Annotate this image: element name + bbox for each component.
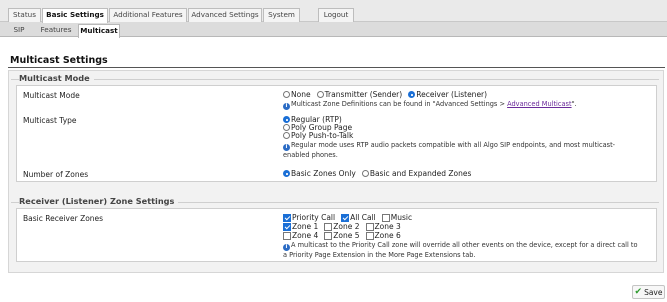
checkbox-priority-call-label: Priority Call	[292, 213, 336, 222]
zones-row-3: Zone 4 Zone 5 Zone 6	[283, 231, 401, 240]
radio-receiver-label: Receiver (Listener)	[416, 90, 488, 99]
receiver-zones-note-line2: a Priority Page Extension in the More Pa…	[283, 251, 476, 259]
multicast-mode-note-text: Multicast Zone Definitions can be found …	[291, 100, 508, 108]
info-icon: i	[283, 103, 290, 110]
tab-additional-features[interactable]: Additional Features	[109, 8, 187, 22]
number-of-zones-label: Number of Zones	[23, 170, 89, 179]
tab-advanced-settings[interactable]: Advanced Settings	[188, 8, 262, 22]
info-icon: i	[283, 144, 290, 151]
advanced-multicast-link[interactable]: Advanced Multicast	[507, 100, 571, 108]
checkbox-music-label: Music	[390, 213, 413, 222]
checkbox-all-call-label: All Call	[350, 213, 376, 222]
info-icon: i	[283, 244, 290, 251]
multicast-type-note-line2: enabled phones.	[283, 151, 338, 159]
page-title: Multicast Settings	[10, 55, 108, 66]
tab-basic-settings[interactable]: Basic Settings	[42, 8, 108, 23]
checkbox-zone-3-label: Zone 3	[374, 222, 401, 231]
multicast-type-label: Multicast Type	[23, 116, 77, 125]
subtab-multicast[interactable]: Multicast	[78, 24, 120, 38]
section-legend-receiver-zones: Receiver (Listener) Zone Settings	[19, 196, 179, 206]
radio-poly-group-page[interactable]	[283, 124, 290, 131]
title-divider	[8, 67, 665, 68]
checkbox-zone-2[interactable]	[324, 222, 333, 231]
multicast-type-note-line1: Regular mode uses RTP audio packets comp…	[291, 141, 616, 149]
section-divider	[11, 79, 659, 80]
checkbox-zone-3[interactable]	[365, 222, 374, 231]
multicast-type-note: i Regular mode uses RTP audio packets com…	[283, 141, 615, 160]
radio-basic-zones-only-label: Basic Zones Only	[291, 169, 356, 178]
subtab-features[interactable]: Features	[38, 24, 74, 37]
checkbox-zone-4-label: Zone 4	[292, 231, 319, 240]
radio-poly-ptt-label: Poly Push-to-Talk	[291, 131, 354, 140]
radio-poly-ptt[interactable]	[283, 132, 290, 139]
radio-basic-and-expanded[interactable]	[361, 170, 369, 177]
radio-transmitter[interactable]	[316, 91, 324, 98]
main-tab-bar: Status Basic Settings Additional Feature…	[0, 0, 667, 23]
radio-none[interactable]	[283, 91, 290, 98]
receiver-zones-fieldset: Basic Receiver Zones Priority Call All C…	[16, 208, 657, 262]
settings-panel: Multicast Mode Multicast Mode None Trans…	[8, 70, 664, 273]
multicast-mode-fieldset: Multicast Mode None Transmitter (Sender)…	[16, 85, 657, 182]
radio-receiver[interactable]	[408, 91, 416, 98]
checkbox-zone-6-label: Zone 6	[374, 231, 401, 240]
checkbox-zone-4[interactable]	[283, 231, 291, 240]
multicast-mode-note: i Multicast Zone Definitions can be found…	[283, 100, 577, 110]
subtab-sip[interactable]: SIP	[9, 24, 29, 37]
radio-basic-and-expanded-label: Basic and Expanded Zones	[369, 169, 472, 178]
radio-basic-zones-only[interactable]	[283, 170, 290, 177]
checkbox-priority-call[interactable]	[283, 213, 291, 222]
tab-status[interactable]: Status	[8, 8, 41, 22]
section-legend-multicast-mode: Multicast Mode	[19, 73, 94, 83]
save-button-label: Save	[644, 287, 663, 297]
checkbox-zone-6[interactable]	[365, 231, 374, 240]
radio-transmitter-label: Transmitter (Sender)	[324, 90, 403, 99]
receiver-zones-note: iA multicast to the Priority Call zone w…	[283, 241, 638, 260]
sub-tab-bar: SIP Features Multicast	[0, 22, 667, 38]
checkbox-zone-5[interactable]	[324, 231, 333, 240]
checkmark-icon: ✔	[634, 287, 643, 297]
radio-poly-ptt-row: Poly Push-to-Talk	[283, 131, 353, 140]
basic-receiver-zones-label: Basic Receiver Zones	[23, 214, 104, 223]
checkbox-zone-2-label: Zone 2	[333, 222, 360, 231]
radio-regular-rtp[interactable]	[283, 116, 290, 123]
save-button[interactable]: ✔ Save	[632, 285, 665, 299]
checkbox-zone-5-label: Zone 5	[333, 231, 360, 240]
multicast-mode-note-end: ".	[571, 100, 577, 108]
zones-row-1: Priority Call All Call Music	[283, 213, 412, 222]
checkbox-music[interactable]	[381, 213, 390, 222]
logout-button[interactable]: Logout	[318, 8, 354, 22]
number-of-zones-radio-group: Basic Zones Only Basic and Expanded Zone…	[283, 169, 471, 178]
checkbox-all-call[interactable]	[341, 213, 350, 222]
zones-row-2: Zone 1 Zone 2 Zone 3	[283, 222, 401, 231]
checkbox-zone-1[interactable]	[283, 222, 291, 231]
checkbox-zone-1-label: Zone 1	[292, 222, 319, 231]
multicast-mode-label: Multicast Mode	[23, 91, 80, 100]
tab-system[interactable]: System	[263, 8, 300, 22]
radio-none-label: None	[291, 90, 311, 99]
receiver-zones-note-line1: A multicast to the Priority Call zone wi…	[291, 241, 638, 249]
multicast-mode-radio-group: None Transmitter (Sender) Receiver (List…	[283, 90, 487, 99]
